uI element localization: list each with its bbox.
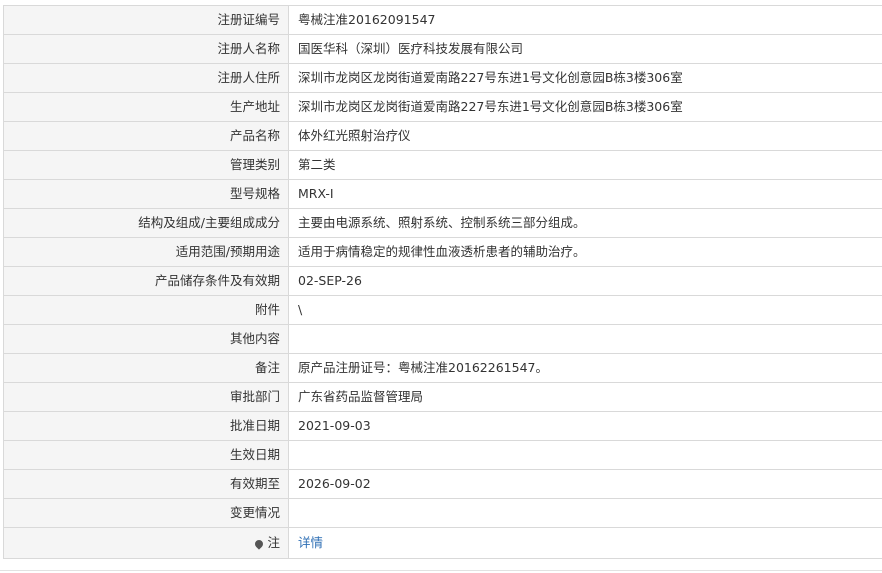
field-value-model-spec: MRX-I [289,180,882,208]
field-value-effective-date [289,441,882,469]
field-value-remarks: 原产品注册证号：粤械注准20162261547。 [289,354,882,382]
field-value-registrant-name: 国医华科（深圳）医疗科技发展有限公司 [289,35,882,63]
field-value-registration-number: 粤械注准20162091547 [289,6,882,34]
table-row: 产品储存条件及有效期 02-SEP-26 [4,267,882,296]
table-row: 备注 原产品注册证号：粤械注准20162261547。 [4,354,882,383]
field-label-registration-number: 注册证编号 [4,6,289,34]
field-label-effective-date: 生效日期 [4,441,289,469]
details-link[interactable]: 详情 [298,535,323,550]
field-label-valid-until: 有效期至 [4,470,289,498]
field-value-change-history [289,499,882,527]
field-label-model-spec: 型号规格 [4,180,289,208]
field-label-intended-use: 适用范围/预期用途 [4,238,289,266]
field-label-change-history: 变更情况 [4,499,289,527]
table-row: 注册人住所 深圳市龙岗区龙岗街道爱南路227号东进1号文化创意园B栋3楼306室 [4,64,882,93]
field-label-approval-date: 批准日期 [4,412,289,440]
field-value-product-name: 体外红光照射治疗仪 [289,122,882,150]
table-row: 管理类别 第二类 [4,151,882,180]
field-value-management-category: 第二类 [289,151,882,179]
table-row: 生产地址 深圳市龙岗区龙岗街道爱南路227号东进1号文化创意园B栋3楼306室 [4,93,882,122]
field-label-attachment: 附件 [4,296,289,324]
table-row: 产品名称 体外红光照射治疗仪 [4,122,882,151]
field-value-other-content [289,325,882,353]
field-value-approval-department: 广东省药品监督管理局 [289,383,882,411]
table-row: 型号规格 MRX-I [4,180,882,209]
table-row: 变更情况 [4,499,882,528]
table-row: 注册证编号 粤械注准20162091547 [4,6,882,35]
table-row: 适用范围/预期用途 适用于病情稳定的规律性血液透析患者的辅助治疗。 [4,238,882,267]
table-row: 生效日期 [4,441,882,470]
field-value-intended-use: 适用于病情稳定的规律性血液透析患者的辅助治疗。 [289,238,882,266]
field-value-valid-until: 2026-09-02 [289,470,882,498]
table-row: 注册人名称 国医华科（深圳）医疗科技发展有限公司 [4,35,882,64]
field-value-attachment: \ [289,296,882,324]
field-label-structure-composition: 结构及组成/主要组成成分 [4,209,289,237]
field-label-remarks: 备注 [4,354,289,382]
field-label-registrant-name: 注册人名称 [4,35,289,63]
table-row: 批准日期 2021-09-03 [4,412,882,441]
table-row: 审批部门 广东省药品监督管理局 [4,383,882,412]
field-value-note: 详情 [289,528,882,558]
pin-icon [253,538,266,550]
field-value-structure-composition: 主要由电源系统、照射系统、控制系统三部分组成。 [289,209,882,237]
field-label-registrant-address: 注册人住所 [4,64,289,92]
field-label-approval-department: 审批部门 [4,383,289,411]
table-row: 有效期至 2026-09-02 [4,470,882,499]
table-row: 其他内容 [4,325,882,354]
field-label-production-address: 生产地址 [4,93,289,121]
field-label-storage-validity: 产品储存条件及有效期 [4,267,289,295]
field-value-storage-validity: 02-SEP-26 [289,267,882,295]
field-label-other-content: 其他内容 [4,325,289,353]
table-row: 结构及组成/主要组成成分 主要由电源系统、照射系统、控制系统三部分组成。 [4,209,882,238]
table-row: 附件 \ [4,296,882,325]
registration-info-table: 注册证编号 粤械注准20162091547 注册人名称 国医华科（深圳）医疗科技发展… [3,5,882,559]
divider [0,570,882,571]
field-value-production-address: 深圳市龙岗区龙岗街道爱南路227号东进1号文化创意园B栋3楼306室 [289,93,882,121]
field-value-approval-date: 2021-09-03 [289,412,882,440]
field-label-management-category: 管理类别 [4,151,289,179]
note-label-text: 注 [267,535,280,550]
table-row-note: 注 详情 [4,528,882,559]
field-value-registrant-address: 深圳市龙岗区龙岗街道爱南路227号东进1号文化创意园B栋3楼306室 [289,64,882,92]
field-label-product-name: 产品名称 [4,122,289,150]
field-label-note: 注 [4,528,289,558]
